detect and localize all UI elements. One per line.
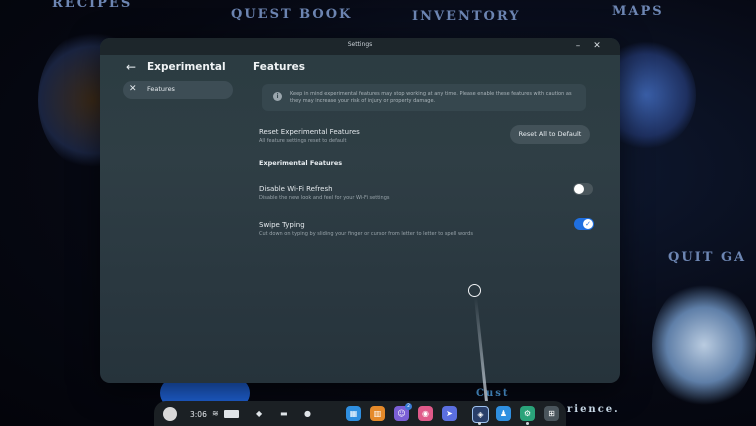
wifi-icon[interactable]: ≋ — [212, 409, 219, 418]
party-icon[interactable]: ● — [304, 409, 311, 418]
avatar[interactable] — [163, 407, 177, 421]
tools-icon: ✕ — [129, 84, 137, 94]
feature-title-wifi: Disable Wi-Fi Refresh — [259, 185, 333, 193]
page-title: Features — [253, 61, 305, 73]
settings-window: Settings – ✕ ← Experimental ✕ Features F… — [100, 38, 620, 383]
minimize-icon[interactable]: – — [572, 40, 584, 52]
sidebar-item-label: Features — [147, 85, 175, 93]
camera-icon[interactable]: ◉ — [418, 406, 433, 421]
sidebar-item-features[interactable]: ✕ Features — [123, 81, 233, 99]
notice-text: Keep in mind experimental features may s… — [290, 91, 572, 104]
swipe-typing-toggle[interactable]: ✓ — [574, 218, 594, 230]
toggle-knob — [574, 184, 584, 194]
game-icon[interactable]: ◈ — [472, 406, 489, 423]
bg-label-maps: MAPS — [612, 4, 664, 19]
chat-icon[interactable]: ▬ — [280, 409, 288, 418]
bg-label-inventory: INVENTORY — [412, 9, 521, 24]
taskbar: 3:06 ≋ ◆ ▬ ● ▦ ▥ ☺ 2 ◉ ➤ ◈ ♟ ⚙ ⊞ — [154, 401, 566, 426]
bg-label-questbook: QUEST BOOK — [231, 7, 353, 22]
avatar-icon[interactable]: ♟ — [496, 406, 511, 421]
section-heading: Experimental Features — [259, 159, 343, 167]
wifi-refresh-toggle[interactable] — [573, 183, 593, 195]
battery-icon[interactable] — [224, 410, 239, 418]
reset-subtitle: All feature settings reset to default — [259, 138, 347, 144]
share-icon[interactable]: ➤ — [442, 406, 457, 421]
store-icon[interactable]: ▦ — [346, 406, 361, 421]
sidebar-heading: Experimental — [147, 61, 226, 73]
notifications-icon[interactable]: ◆ — [256, 409, 262, 418]
feature-subtitle-swipe: Cut down on typing by sliding your finge… — [259, 231, 473, 237]
info-icon: i — [273, 92, 282, 101]
settings-icon[interactable]: ⚙ — [520, 406, 535, 421]
check-icon: ✓ — [583, 219, 593, 229]
app-grid-icon[interactable]: ⊞ — [544, 406, 559, 421]
warning-notice: i Keep in mind experimental features may… — [262, 84, 586, 111]
running-indicator — [526, 422, 529, 425]
feature-title-swipe: Swipe Typing — [259, 221, 305, 229]
bg-label-rience: rience. — [567, 404, 620, 415]
feature-subtitle-wifi: Disable the new look and feel for your W… — [259, 195, 390, 201]
close-icon[interactable]: ✕ — [591, 40, 603, 52]
title-bar[interactable]: Settings – ✕ — [100, 38, 620, 55]
bg-label-quit: QUIT GA — [668, 250, 747, 265]
running-indicator — [478, 422, 481, 425]
reset-all-button[interactable]: Reset All to Default — [510, 125, 590, 144]
arrow-left-icon[interactable]: ← — [126, 60, 136, 74]
clock[interactable]: 3:06 — [190, 410, 207, 419]
ship-emblem — [652, 280, 756, 410]
bg-label-recipes: RECIPES — [52, 0, 133, 11]
library-icon[interactable]: ▥ — [370, 406, 385, 421]
window-title: Settings — [347, 41, 373, 48]
pointer-cursor — [468, 284, 481, 297]
bg-label-cust: Cust — [476, 388, 510, 399]
people-badge: 2 — [405, 403, 412, 410]
reset-title: Reset Experimental Features — [259, 128, 360, 136]
